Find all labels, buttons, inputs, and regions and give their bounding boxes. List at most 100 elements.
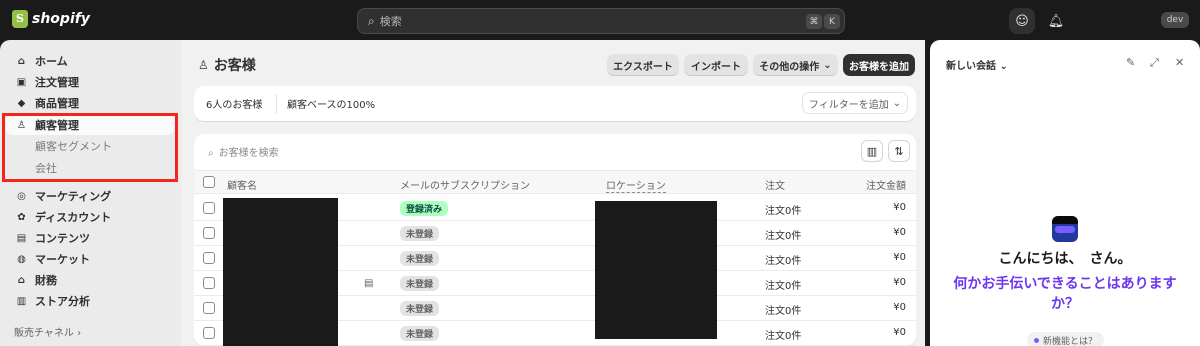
sidekick-button[interactable]: ☺	[1009, 8, 1035, 34]
search-placeholder: 検索	[379, 15, 402, 28]
sidebar-item-products[interactable]: ◆ 商品管理	[6, 93, 174, 113]
divider	[276, 94, 277, 114]
subscription-badge: 未登録	[400, 326, 440, 341]
sidebar-item-label: 商品管理	[35, 97, 79, 110]
row-checkbox[interactable]	[203, 202, 215, 214]
sidebar-item-label: コンテンツ	[35, 232, 90, 245]
table-header: 顧客名 メールのサブスクリプション ロケーション 注文 注文金額	[194, 170, 916, 194]
orders-cell: 注文0件	[765, 231, 802, 242]
conversation-selector[interactable]: 新しい会話 ⌄	[946, 57, 1008, 72]
sort-icon: ⇅	[894, 144, 904, 158]
column-header-location[interactable]: ロケーション	[606, 177, 666, 193]
shopping-bag-icon	[12, 10, 28, 28]
command-key: ⌘	[806, 14, 822, 29]
orders-cell: 注文0件	[765, 256, 802, 267]
search-icon: ⌕	[368, 13, 375, 28]
notifications-button[interactable]: 🔔︎	[1043, 8, 1069, 34]
sidebar-item-label: ストア分析	[35, 295, 90, 308]
select-all-checkbox[interactable]	[203, 176, 215, 188]
amount-cell: ¥0	[893, 252, 906, 263]
import-button[interactable]: インポート	[684, 54, 748, 76]
expand-icon[interactable]: ⤢	[1150, 56, 1159, 70]
global-search-bar[interactable]: ⌕ 検索 ⌘ K	[357, 8, 845, 34]
column-header-name[interactable]: 顧客名	[227, 177, 257, 192]
sidebar-item-label: 財務	[35, 274, 57, 287]
orders-cell: 注文0件	[765, 306, 802, 317]
page-title: ♙ お客様	[198, 55, 256, 75]
amount-cell: ¥0	[893, 327, 906, 338]
sidebar-item-label: マーケティング	[35, 190, 112, 203]
shopify-logo[interactable]: shopify	[12, 10, 90, 28]
new-features-label: 新機能とは？	[1043, 336, 1098, 346]
dot-icon	[1034, 337, 1039, 343]
bank-icon: ⌂	[17, 274, 26, 286]
sidebar-item-finance[interactable]: ⌂ 財務	[6, 270, 174, 290]
chart-icon: ▥	[16, 295, 27, 307]
add-customer-button[interactable]: お客様を追加	[843, 54, 915, 76]
sidebar-item-label: マーケット	[35, 253, 90, 266]
sidebar-item-label: ディスカウント	[35, 211, 112, 224]
customer-search-input[interactable]: ⌕ お客様を検索	[208, 144, 279, 159]
sidebar-item-marketing[interactable]: ◎ マーケティング	[6, 186, 174, 206]
amount-cell: ¥0	[893, 302, 906, 313]
add-filter-label: フィルターを追加	[808, 99, 889, 111]
chevron-down-icon: ⌄	[892, 97, 902, 109]
sales-channels-link[interactable]: 販売チャネル ›	[14, 324, 81, 339]
search-icon: ⌕	[208, 148, 214, 159]
orders-cell: 注文0件	[765, 281, 802, 292]
row-checkbox[interactable]	[203, 227, 215, 239]
columns-button[interactable]: ▥	[861, 140, 883, 162]
chevron-down-icon: ⌄	[999, 61, 1008, 72]
sidebar-item-label: 注文管理	[35, 76, 79, 89]
row-checkbox[interactable]	[203, 277, 215, 289]
redacted-names	[223, 198, 338, 346]
sidebar-item-home[interactable]: ⌂ ホーム	[6, 51, 174, 71]
conversation-title: 新しい会話	[946, 61, 996, 72]
inbox-icon: ▣	[16, 76, 27, 88]
home-icon: ⌂	[17, 55, 26, 67]
note-icon: ▤	[364, 278, 374, 289]
content-icon: ▤	[16, 232, 27, 244]
sidebar-item-content[interactable]: ▤ コンテンツ	[6, 228, 174, 248]
robot-icon: ☺	[1015, 13, 1029, 29]
more-actions-button[interactable]: その他の操作 ⌄	[753, 54, 838, 76]
row-checkbox[interactable]	[203, 302, 215, 314]
discount-icon: ✿	[17, 211, 26, 223]
row-checkbox[interactable]	[203, 327, 215, 339]
redacted-locations	[595, 201, 717, 339]
help-prompt: 何かお手伝いできることはありますか？	[953, 276, 1177, 312]
subscription-badge: 未登録	[400, 226, 440, 241]
tag-icon: ◆	[17, 97, 26, 109]
columns-icon: ▥	[866, 144, 878, 158]
amount-cell: ¥0	[893, 277, 906, 288]
bell-icon: 🔔︎	[1047, 13, 1065, 29]
column-header-subscription[interactable]: メールのサブスクリプション	[400, 177, 530, 192]
chevron-down-icon: ⌄	[823, 59, 832, 71]
add-filter-button[interactable]: フィルターを追加 ⌄	[802, 92, 908, 114]
sidebar-item-discounts[interactable]: ✿ ディスカウント	[6, 207, 174, 227]
brand-name: shopify	[32, 11, 90, 27]
top-bar: shopify ⌕ 検索 ⌘ K ☺ 🔔︎ dev	[0, 0, 1200, 40]
sidebar-item-markets[interactable]: ◍ マーケット	[6, 249, 174, 269]
new-chat-icon[interactable]: ✎	[1126, 56, 1135, 69]
sidekick-panel: 新しい会話 ⌄ ✎ ⤢ ✕ こんにちは、 さん。 何かお手伝いできることはありま…	[930, 40, 1200, 346]
column-header-orders[interactable]: 注文	[765, 177, 785, 192]
sidekick-avatar	[1052, 216, 1078, 242]
sidebar-item-analytics[interactable]: ▥ ストア分析	[6, 291, 174, 311]
close-icon[interactable]: ✕	[1175, 56, 1184, 69]
export-button[interactable]: エクスポート	[607, 54, 679, 76]
store-badge[interactable]: dev	[1161, 12, 1189, 28]
amount-cell: ¥0	[893, 227, 906, 238]
sidebar-item-orders[interactable]: ▣ 注文管理	[6, 72, 174, 92]
page-title-text: お客様	[213, 58, 256, 74]
orders-cell: 注文0件	[765, 206, 802, 217]
more-actions-label: その他の操作	[759, 61, 820, 73]
subscription-badge: 登録済み	[400, 201, 449, 216]
chevron-right-icon: ›	[77, 328, 82, 339]
stats-bar: 6人のお客様 顧客ベースの100% フィルターを追加 ⌄	[194, 86, 916, 121]
sort-button[interactable]: ⇅	[888, 140, 910, 162]
new-features-chip[interactable]: 新機能とは？	[1027, 332, 1105, 346]
customer-count: 6人のお客様	[206, 100, 263, 111]
column-header-amount[interactable]: 注文金額	[866, 177, 906, 192]
row-checkbox[interactable]	[203, 252, 215, 264]
